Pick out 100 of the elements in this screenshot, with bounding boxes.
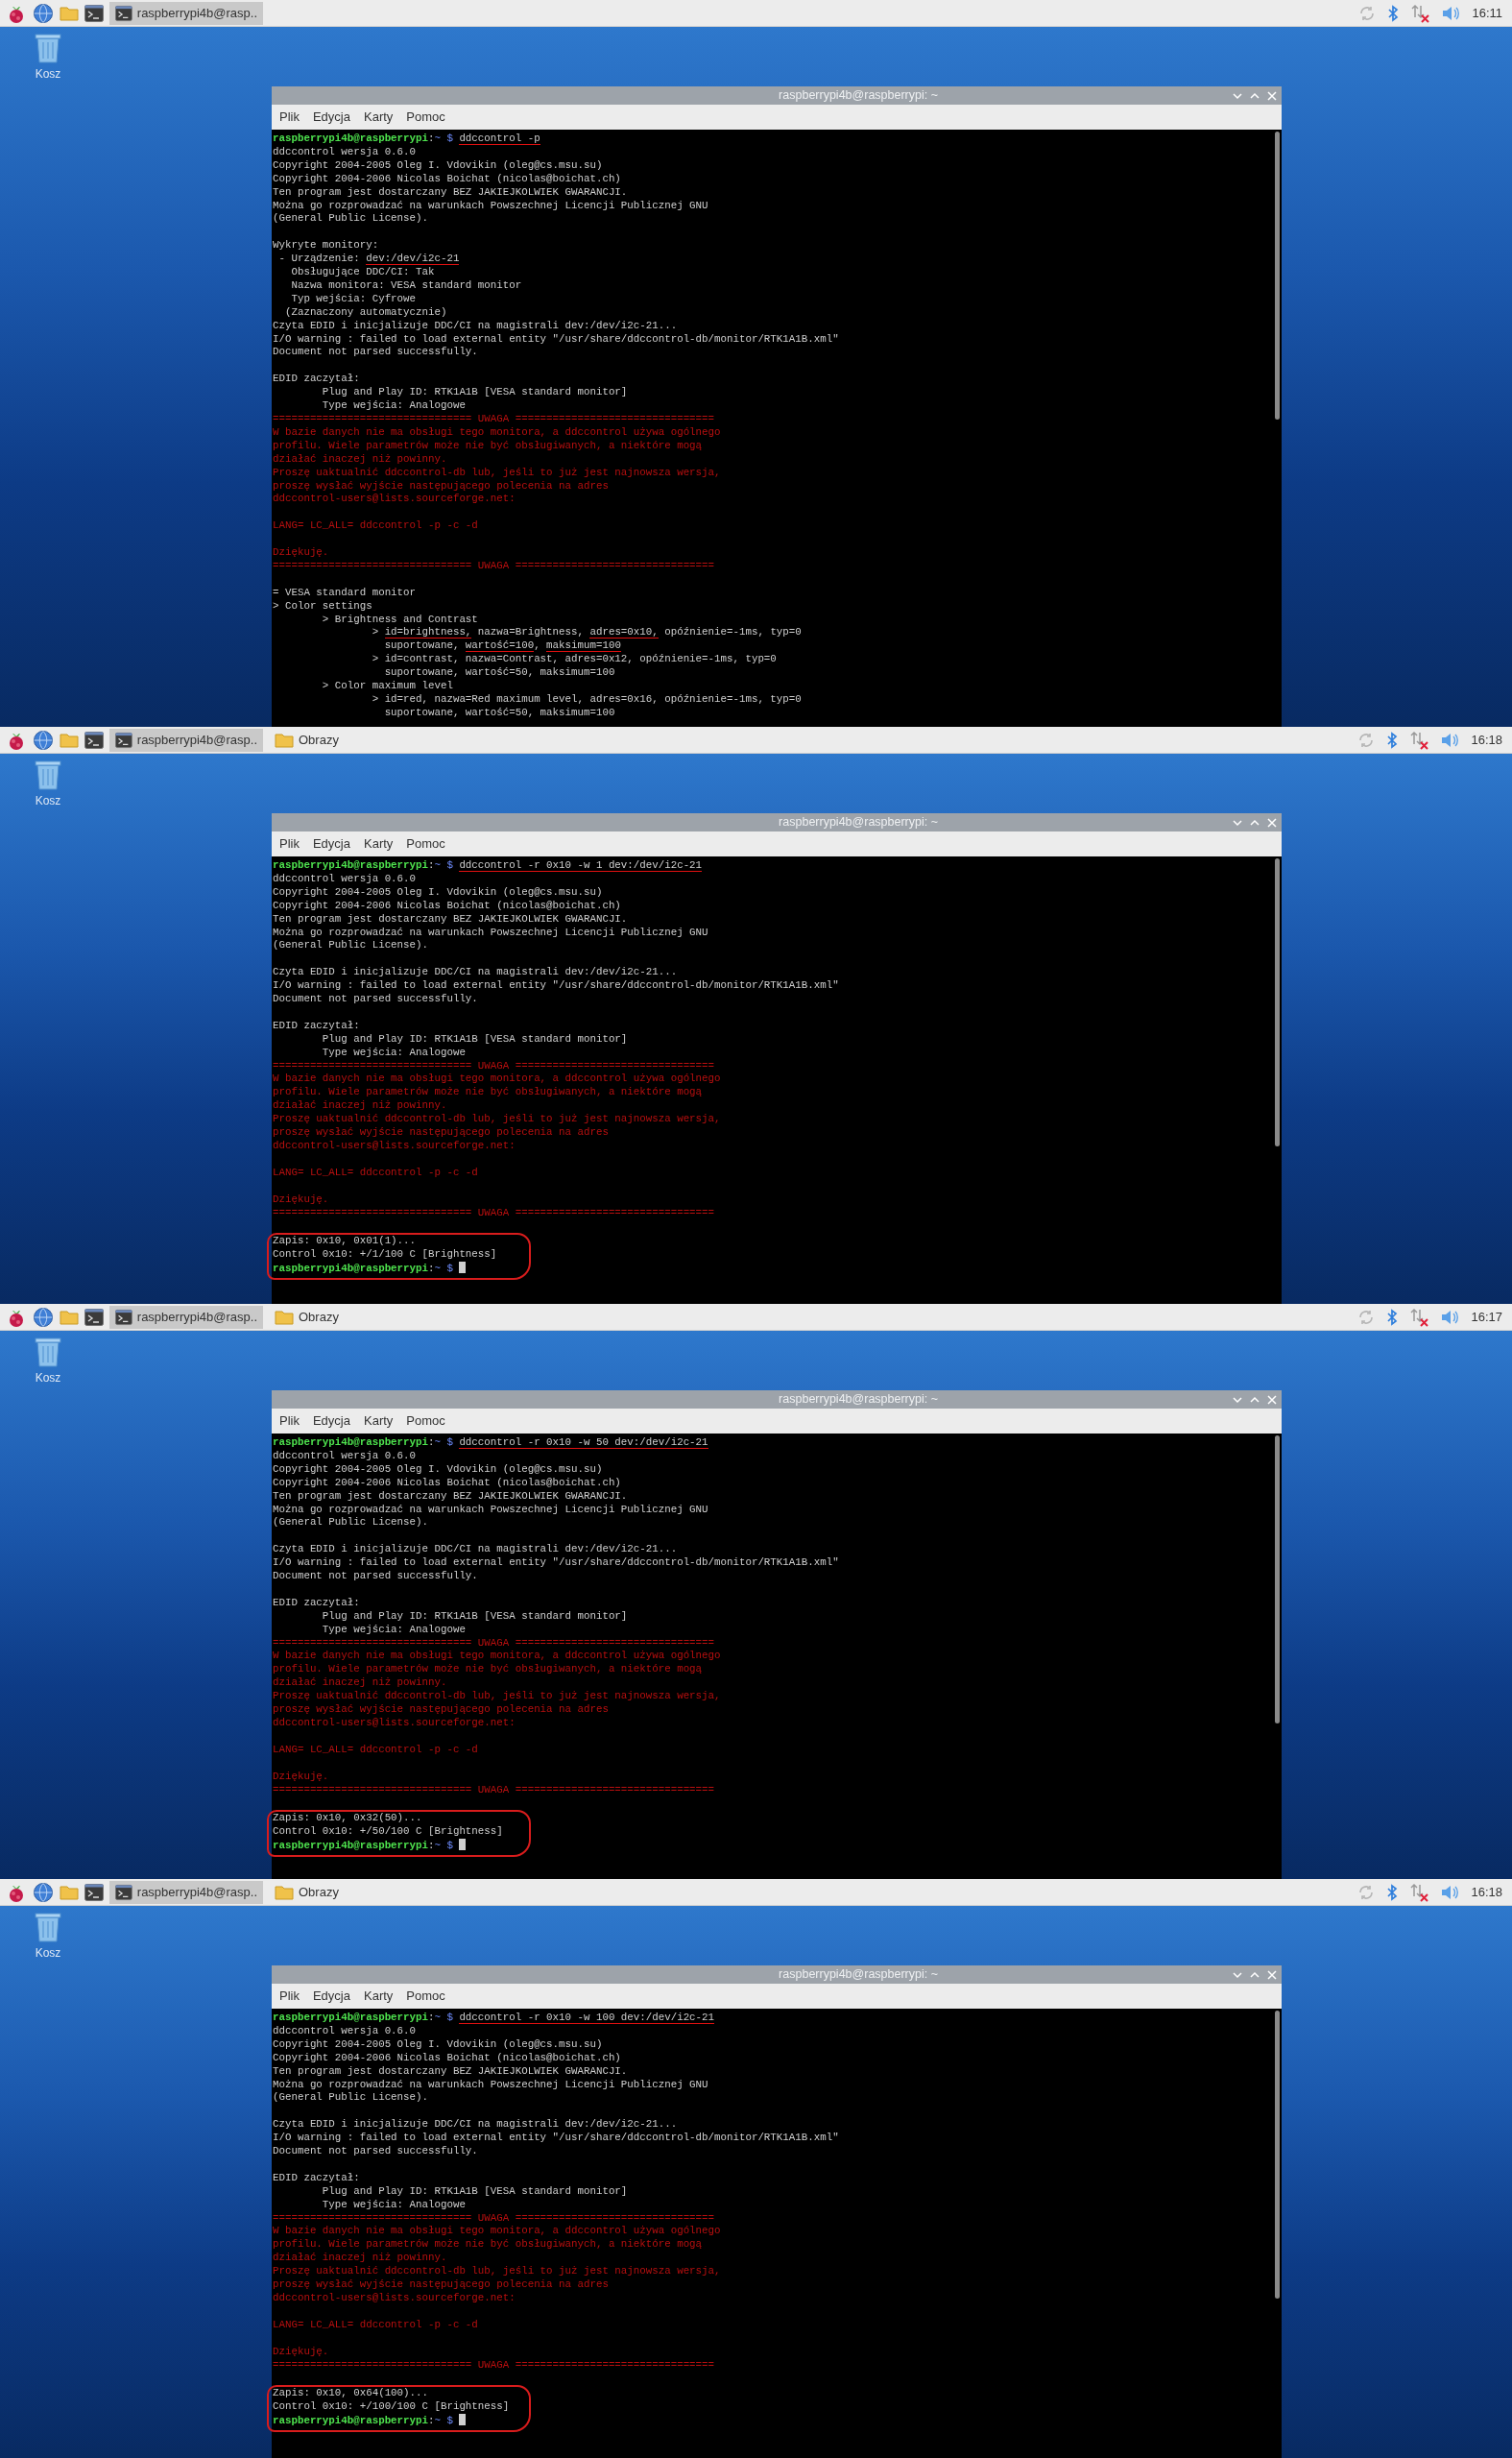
volume-icon[interactable] bbox=[1440, 1883, 1460, 1901]
terminal-icon[interactable] bbox=[115, 4, 132, 22]
warning-line: ================================ UWAGA ================================ bbox=[273, 2211, 716, 2226]
network-error-icon[interactable] bbox=[1409, 1307, 1429, 1327]
globe-icon[interactable] bbox=[33, 2, 54, 24]
folder-icon[interactable] bbox=[275, 1309, 294, 1325]
folder-icon[interactable] bbox=[275, 732, 294, 748]
folder-icon[interactable] bbox=[275, 1884, 294, 1900]
prompt-line: raspberrypi4b@raspberrypi:~ $ ddccontrol -r 0x10 -w 50 dev:/dev/i2c-21 bbox=[273, 1436, 709, 1450]
menu-item[interactable]: Edycja bbox=[312, 108, 350, 127]
terminal-icon[interactable] bbox=[84, 731, 104, 749]
bluetooth-icon[interactable] bbox=[1386, 731, 1399, 749]
icon-label[interactable]: Kosz bbox=[35, 65, 61, 83]
trash-icon[interactable] bbox=[35, 33, 61, 63]
terminal-icon[interactable] bbox=[84, 4, 104, 22]
output-line: EDID zaczytał: bbox=[273, 373, 361, 387]
warning-line: ================================ UWAGA ================================ bbox=[273, 1636, 716, 1651]
sync-icon[interactable] bbox=[1357, 1883, 1376, 1901]
warning-line: profilu. Wiele parametrów może nie być obsługiwanych, a niektóre mogą bbox=[273, 1086, 704, 1100]
taskbar-task[interactable]: raspberrypi4b@rasp.. bbox=[109, 728, 263, 752]
menu-item[interactable]: Plik bbox=[279, 1411, 300, 1431]
globe-icon[interactable] bbox=[33, 729, 54, 751]
prompt-line: raspberrypi4b@raspberrypi:~ $ bbox=[273, 1839, 525, 1853]
output-line: EDID zaczytał: bbox=[273, 1019, 361, 1033]
output-line: Czyta EDID i inicjalizuje DDC/CI na magistrali dev:/dev/i2c-21... bbox=[273, 319, 679, 333]
trash-icon[interactable] bbox=[35, 1337, 61, 1367]
output-line: > Brightness and Contrast bbox=[321, 613, 479, 627]
bluetooth-icon[interactable] bbox=[1386, 1883, 1399, 1901]
scrollbar[interactable] bbox=[1275, 1435, 1280, 1723]
output-line: Wykryte monitory: bbox=[273, 239, 380, 253]
output-line: > id=brightness, nazwa=Brightness, adres=0x10, opóźnienie=-1ms, typ=0 bbox=[371, 626, 803, 640]
network-error-icon[interactable] bbox=[1409, 1882, 1429, 1902]
close-icon[interactable] bbox=[1266, 816, 1278, 829]
network-error-icon[interactable] bbox=[1409, 730, 1429, 750]
icon-label[interactable]: Kosz bbox=[35, 1944, 61, 1962]
menu-item[interactable]: Plik bbox=[279, 108, 300, 127]
terminal-icon[interactable] bbox=[115, 731, 132, 749]
menu-item[interactable]: Edycja bbox=[312, 1987, 350, 2006]
icon-label[interactable]: Kosz bbox=[35, 1369, 61, 1386]
menu-item[interactable]: Plik bbox=[279, 834, 300, 854]
taskbar-task[interactable]: Obrazy bbox=[269, 1880, 422, 1904]
taskbar-task[interactable]: raspberrypi4b@rasp.. bbox=[109, 1, 263, 25]
warning-line: profilu. Wiele parametrów może nie być obsługiwanych, a niektóre mogą bbox=[273, 1663, 704, 1677]
scrollbar[interactable] bbox=[1275, 858, 1280, 1146]
output-line: Type wejścia: Analogowe bbox=[321, 2198, 467, 2212]
close-icon[interactable] bbox=[1266, 89, 1278, 102]
taskbar-task[interactable]: Obrazy bbox=[269, 728, 422, 752]
menu-item[interactable]: Edycja bbox=[312, 834, 350, 854]
folder-icon[interactable] bbox=[60, 1884, 79, 1900]
icon-label[interactable]: Kosz bbox=[35, 792, 61, 809]
terminal-icon[interactable] bbox=[115, 1883, 132, 1901]
close-icon[interactable] bbox=[1266, 1968, 1278, 1981]
menu-item[interactable]: Karty bbox=[364, 108, 394, 127]
menu-item[interactable]: Edycja bbox=[312, 1411, 350, 1431]
terminal-icon[interactable] bbox=[84, 1883, 104, 1901]
menu-item[interactable]: Pomoc bbox=[406, 834, 445, 854]
scrollbar[interactable] bbox=[1275, 132, 1280, 420]
globe-icon[interactable] bbox=[33, 1881, 54, 1903]
output-line: Można go rozprowadzać na warunkach Powszechnej Licencji Publicznej GNU bbox=[273, 1503, 709, 1517]
sync-icon[interactable] bbox=[1357, 1308, 1376, 1326]
folder-icon[interactable] bbox=[60, 1309, 79, 1325]
menu-item[interactable]: Karty bbox=[364, 1987, 394, 2006]
prompt-line: raspberrypi4b@raspberrypi:~ $ ddccontrol -p bbox=[273, 133, 541, 146]
scrollbar[interactable] bbox=[1275, 2011, 1280, 2299]
network-error-icon[interactable] bbox=[1410, 3, 1430, 23]
taskbar-task[interactable]: raspberrypi4b@rasp.. bbox=[109, 1305, 263, 1329]
output-line: suportowane, wartość=50, maksimum=100 bbox=[383, 706, 616, 720]
terminal-icon[interactable] bbox=[115, 1308, 132, 1326]
taskbar-task[interactable]: raspberrypi4b@rasp.. bbox=[109, 1880, 263, 1904]
bluetooth-icon[interactable] bbox=[1387, 4, 1400, 22]
terminal-icon[interactable] bbox=[84, 1308, 104, 1326]
close-icon[interactable] bbox=[1266, 1393, 1278, 1406]
taskbar-task[interactable]: Obrazy bbox=[269, 1305, 422, 1329]
menu-item[interactable]: Karty bbox=[364, 1411, 394, 1431]
menu-item[interactable]: Pomoc bbox=[406, 108, 445, 127]
globe-icon[interactable] bbox=[33, 1306, 54, 1328]
output-line: Copyright 2004-2006 Nicolas Boichat (nicolas@boichat.ch) bbox=[273, 2051, 622, 2065]
output-line: Ten program jest dostarczany BEZ JAKIEJKOLWIEK GWARANCJI. bbox=[273, 2064, 629, 2079]
output-line: Nazwa monitora: VESA standard monitor bbox=[290, 278, 523, 293]
output-line: Document not parsed successfully. bbox=[273, 1570, 479, 1583]
trash-icon[interactable] bbox=[35, 759, 61, 790]
menu-item[interactable]: Pomoc bbox=[406, 1987, 445, 2006]
warning-line: proszę wysłać wyjście następującego polecenia na adres bbox=[273, 479, 610, 494]
trash-icon[interactable] bbox=[35, 1912, 61, 1942]
volume-icon[interactable] bbox=[1440, 731, 1460, 749]
menu-item[interactable]: Pomoc bbox=[406, 1411, 445, 1431]
warning-line: ddccontrol-users@lists.sourceforge.net: bbox=[273, 1140, 516, 1153]
warning-line: ddccontrol-users@lists.sourceforge.net: bbox=[273, 1717, 516, 1730]
sync-icon[interactable] bbox=[1357, 731, 1376, 749]
volume-icon[interactable] bbox=[1440, 1308, 1460, 1326]
output-line: Zapis: 0x10, 0x01(1)... bbox=[273, 1235, 418, 1249]
menu-item[interactable]: Plik bbox=[279, 1987, 300, 2006]
folder-icon[interactable] bbox=[60, 732, 79, 748]
sync-icon[interactable] bbox=[1358, 4, 1377, 22]
bluetooth-icon[interactable] bbox=[1386, 1308, 1399, 1326]
warning-line: ================================ UWAGA ================================ bbox=[273, 1059, 716, 1073]
menu-item[interactable]: Karty bbox=[364, 834, 394, 854]
volume-icon[interactable] bbox=[1441, 4, 1461, 22]
output-line: > Color settings bbox=[273, 599, 373, 614]
folder-icon[interactable] bbox=[60, 5, 79, 21]
